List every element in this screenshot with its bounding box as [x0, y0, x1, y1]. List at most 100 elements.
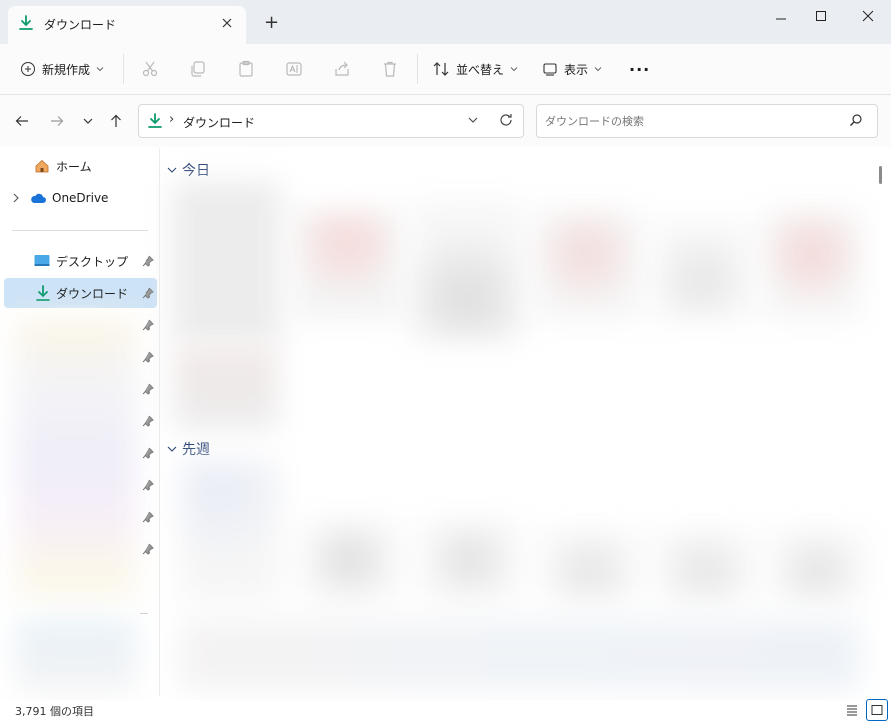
pin-icon — [142, 415, 156, 429]
group-title: 今日 — [182, 163, 210, 179]
toolbar-divider — [123, 54, 124, 84]
blurred-pinned-items — [16, 318, 136, 598]
back-button[interactable] — [10, 109, 34, 133]
file-thumbnail[interactable] — [300, 520, 400, 600]
item-count: 3,791 個の項目 — [15, 705, 94, 718]
paste-button[interactable] — [237, 57, 255, 81]
file-thumbnail-row[interactable] — [180, 620, 860, 690]
refresh-icon — [498, 112, 514, 128]
refresh-button[interactable] — [498, 112, 514, 128]
chevron-down-icon — [594, 65, 602, 73]
file-thumbnail[interactable] — [420, 520, 520, 600]
download-icon — [36, 285, 50, 301]
scissors-icon — [141, 60, 159, 78]
recent-locations-button[interactable] — [76, 109, 100, 133]
file-thumbnail[interactable] — [532, 210, 642, 320]
file-thumbnail[interactable] — [412, 200, 522, 340]
view-button[interactable]: 表示 — [542, 57, 602, 81]
close-tab-icon[interactable] — [220, 16, 234, 30]
copy-icon — [189, 60, 207, 78]
chevron-down-icon — [167, 165, 177, 175]
vertical-scrollbar[interactable] — [876, 150, 885, 696]
chevron-down-icon — [167, 444, 177, 454]
new-button-label: 新規作成 — [42, 62, 91, 77]
chevron-down-icon — [96, 65, 104, 73]
sort-button[interactable]: 並べ替え — [432, 57, 518, 81]
chevron-right-icon[interactable] — [12, 193, 20, 203]
file-thumbnail[interactable] — [292, 210, 402, 320]
file-thumbnail[interactable] — [770, 530, 865, 600]
file-thumbnail[interactable] — [762, 210, 862, 320]
large-icons-view-button[interactable] — [866, 699, 888, 721]
group-header-last-week[interactable]: 先週 — [167, 439, 210, 459]
arrow-up-icon — [108, 113, 124, 129]
sidebar-item-desktop[interactable]: デスクトップ — [4, 246, 157, 276]
list-icon — [845, 703, 859, 717]
pin-icon — [142, 511, 156, 525]
address-history-button[interactable] — [467, 114, 479, 126]
sidebar-item-downloads[interactable]: ダウンロード — [4, 278, 157, 308]
group-title: 先週 — [182, 442, 210, 458]
pin-icon — [142, 447, 156, 461]
file-thumbnail[interactable] — [180, 460, 280, 600]
sort-label: 並べ替え — [456, 62, 505, 77]
download-icon — [18, 15, 34, 31]
desktop-folder-icon — [34, 254, 50, 268]
clipboard-icon — [237, 60, 255, 78]
file-thumbnail[interactable] — [172, 182, 280, 342]
home-icon — [34, 158, 50, 174]
group-header-today[interactable]: 今日 — [167, 160, 210, 180]
plus-circle-icon — [20, 61, 36, 77]
sidebar-item-label: ダウンロード — [56, 286, 129, 301]
scrollbar-thumb[interactable] — [879, 166, 882, 184]
status-bar — [0, 700, 891, 722]
arrow-right-icon — [49, 113, 65, 129]
view-icon — [542, 61, 558, 77]
forward-button[interactable] — [45, 109, 69, 133]
delete-button[interactable] — [381, 57, 399, 81]
trash-icon — [381, 60, 399, 78]
download-icon — [147, 113, 163, 129]
maximize-button[interactable] — [798, 0, 844, 32]
sidebar-item-home[interactable]: ホーム — [4, 151, 157, 181]
sidebar-item-label: OneDrive — [52, 191, 109, 205]
share-button[interactable] — [333, 57, 351, 81]
sidebar-item-label: ホーム — [56, 159, 92, 174]
toolbar-divider — [417, 54, 418, 84]
file-thumbnail[interactable] — [652, 220, 752, 320]
more-button[interactable]: ··· — [629, 57, 650, 81]
rename-icon — [285, 60, 303, 78]
rename-button[interactable] — [285, 57, 303, 81]
pin-icon — [142, 287, 156, 301]
breadcrumb-downloads[interactable]: ダウンロード — [183, 114, 255, 131]
up-button[interactable] — [104, 109, 128, 133]
pin-icon — [142, 383, 156, 397]
pin-icon — [142, 543, 156, 557]
view-label: 表示 — [564, 62, 589, 77]
sidebar-item-onedrive[interactable]: OneDrive — [4, 183, 157, 213]
breadcrumb-separator: › — [169, 112, 175, 127]
pin-icon — [142, 479, 156, 493]
pin-icon — [142, 319, 156, 333]
close-window-button[interactable] — [845, 0, 891, 32]
file-thumbnail[interactable] — [174, 345, 278, 429]
search-icon[interactable] — [849, 113, 863, 127]
cut-button[interactable] — [141, 57, 159, 81]
sort-icon — [432, 60, 450, 78]
details-view-button[interactable] — [845, 703, 859, 717]
new-tab-button[interactable]: + — [264, 12, 279, 33]
tiles-icon — [871, 704, 883, 716]
file-thumbnail[interactable] — [655, 530, 755, 600]
pin-icon — [142, 255, 156, 269]
blurred-drive-items — [16, 620, 136, 692]
copy-button[interactable] — [189, 57, 207, 81]
chevron-down-icon — [467, 114, 479, 126]
sidebar-divider — [140, 613, 148, 614]
chevron-down-icon — [82, 115, 94, 127]
new-button[interactable]: 新規作成 — [20, 57, 104, 81]
file-thumbnail[interactable] — [540, 530, 640, 600]
sidebar-divider — [12, 230, 148, 231]
cloud-icon — [30, 192, 46, 204]
sidebar-item-label: デスクトップ — [56, 254, 129, 269]
search-input[interactable] — [543, 110, 837, 132]
